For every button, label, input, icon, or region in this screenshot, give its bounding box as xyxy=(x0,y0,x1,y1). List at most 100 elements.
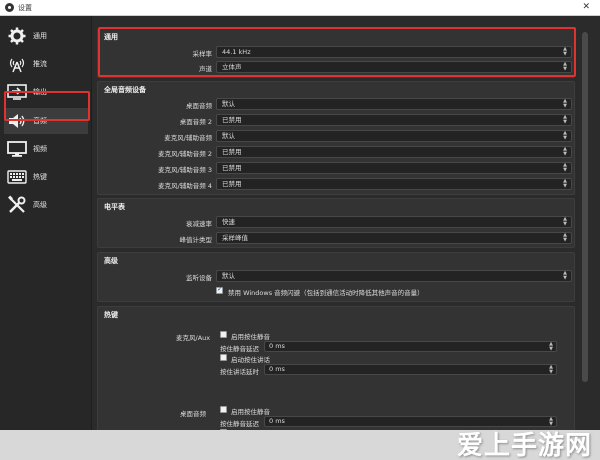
sidebar-item-general[interactable]: 通用 xyxy=(4,23,88,49)
close-button[interactable]: ✕ xyxy=(582,2,590,12)
field-label: 监听设备 xyxy=(186,274,212,282)
group-title: 高级 xyxy=(104,257,118,265)
sidebar-item-label: 高级 xyxy=(33,201,47,209)
monitor-row: 监听设备 默认 ▲ ▼ xyxy=(98,270,576,283)
group-title: 通用 xyxy=(104,33,118,41)
desktop-push-to-mute-checkbox[interactable] xyxy=(220,406,227,413)
select-value: 已禁用 xyxy=(222,180,242,188)
field-label: 声道 xyxy=(199,65,212,73)
device-row: 麦克风/辅助音频 2 已禁用 ▲ ▼ xyxy=(98,146,576,159)
select-value: 立体声 xyxy=(222,63,242,71)
mic-ptt-delay-input[interactable]: 0 ms ▲ ▼ xyxy=(264,364,557,375)
checkbox-label: 禁用 Windows 音频闪避（包括到通信活动时降低其他声音的音量） xyxy=(228,289,424,297)
device-row: 麦克风/辅助音频 默认 ▲ ▼ xyxy=(98,130,576,143)
output-icon xyxy=(6,82,28,102)
decay-rate-select[interactable]: 快速 ▲ ▼ xyxy=(216,216,572,228)
channels-select[interactable]: 立体声 ▲ ▼ xyxy=(216,61,572,73)
field-label: 按住讲话延时 xyxy=(220,368,259,376)
field-label: 采样率 xyxy=(192,50,213,58)
sidebar-item-label: 视频 xyxy=(33,145,47,153)
settings-sidebar: 通用 推流 输出 音频 视频 热键 高级 xyxy=(0,16,92,430)
select-value: 已禁用 xyxy=(222,164,242,172)
scrollbar-thumb[interactable] xyxy=(582,32,588,382)
group-title: 电平表 xyxy=(104,203,125,211)
hotkey-source-label: 麦克风/Aux xyxy=(176,334,211,342)
general-group: 通用 采样率 44.1 kHz ▲ ▼ 声道 立体声 ▲ ▼ xyxy=(97,28,575,78)
watermark-text: 爱上手游网 xyxy=(456,431,592,460)
device-row: 桌面音频 2 已禁用 ▲ ▼ xyxy=(98,114,576,127)
obs-logo-icon xyxy=(5,3,14,12)
monitor-icon xyxy=(6,139,28,159)
sample-rate-row: 采样率 44.1 kHz ▲ ▼ xyxy=(98,46,576,59)
updown-arrow-icon: ▲ ▼ xyxy=(563,232,567,243)
updown-arrow-icon: ▲ ▼ xyxy=(563,98,567,109)
sidebar-item-label: 通用 xyxy=(33,32,47,40)
field-label: 按住静音延迟 xyxy=(220,420,259,428)
gear-icon xyxy=(6,26,28,46)
disable-ducking-checkbox[interactable] xyxy=(216,285,223,294)
field-label: 峰值计类型 xyxy=(179,236,213,244)
mic-aux-select[interactable]: 默认 ▲ ▼ xyxy=(216,130,572,142)
mic-ptm-delay-input[interactable]: 0 ms ▲ ▼ xyxy=(264,341,557,352)
sidebar-item-hotkeys[interactable]: 热键 xyxy=(4,164,88,190)
mic-push-to-talk-checkbox[interactable] xyxy=(220,354,227,361)
sample-rate-select[interactable]: 44.1 kHz ▲ ▼ xyxy=(216,46,572,58)
mic-push-to-mute-checkbox[interactable] xyxy=(220,331,227,338)
select-value: 默认 xyxy=(222,132,235,140)
updown-arrow-icon: ▲ ▼ xyxy=(563,146,567,157)
select-value: 已禁用 xyxy=(222,148,242,156)
field-label: 衰减速率 xyxy=(186,220,212,228)
field-label: 按住静音延迟 xyxy=(220,345,259,353)
spin-value: 0 ms xyxy=(269,417,285,425)
peak-meter-select[interactable]: 采样峰值 ▲ ▼ xyxy=(216,232,572,244)
sidebar-item-video[interactable]: 视频 xyxy=(4,136,88,162)
mic-aux-3-select[interactable]: 已禁用 ▲ ▼ xyxy=(216,162,572,174)
spin-value: 0 ms xyxy=(269,365,285,373)
sidebar-item-advanced[interactable]: 高级 xyxy=(4,192,88,218)
tools-icon xyxy=(6,195,28,215)
hotkey-source-label: 桌面音频 xyxy=(180,410,206,418)
antenna-icon xyxy=(6,54,28,74)
monitoring-device-select[interactable]: 默认 ▲ ▼ xyxy=(216,270,572,282)
mic-aux-2-select[interactable]: 已禁用 ▲ ▼ xyxy=(216,146,572,158)
sidebar-item-audio[interactable]: 音频 xyxy=(4,108,88,134)
checkbox-label: 启动按住讲话 xyxy=(231,356,270,364)
decay-row: 衰减速率 快速 ▲ ▼ xyxy=(98,216,576,229)
sidebar-item-label: 热键 xyxy=(33,173,47,181)
field-label: 麦克风/辅助音频 3 xyxy=(158,166,212,174)
device-row: 麦克风/辅助音频 3 已禁用 ▲ ▼ xyxy=(98,162,576,175)
device-row: 桌面音频 默认 ▲ ▼ xyxy=(98,98,576,111)
sidebar-item-output[interactable]: 输出 xyxy=(4,79,88,105)
desktop-push-to-talk-checkbox[interactable] xyxy=(220,429,227,430)
global-audio-devices-group: 全局音频设备 桌面音频 默认 ▲ ▼ 桌面音频 2 已禁用 ▲ ▼ 麦克风/辅助音频 默… xyxy=(97,81,575,195)
updown-arrow-icon: ▲ ▼ xyxy=(563,216,567,227)
settings-scrollbar[interactable] xyxy=(581,22,589,417)
settings-window: 设置 ✕ 通用 推流 输出 音频 视频 热键 高级 通用 采样率 44.1 kH… xyxy=(0,0,600,430)
window-title: 设置 xyxy=(18,3,32,12)
spin-value: 0 ms xyxy=(269,342,285,350)
speaker-icon xyxy=(6,111,28,131)
field-label: 麦克风/辅助音频 xyxy=(164,134,212,142)
updown-arrow-icon: ▲ ▼ xyxy=(563,270,567,281)
select-value: 采样峰值 xyxy=(222,234,248,242)
sidebar-item-stream[interactable]: 推流 xyxy=(4,51,88,77)
title-bar: 设置 ✕ xyxy=(0,0,600,16)
select-value: 默认 xyxy=(222,272,235,280)
desktop-audio-2-select[interactable]: 已禁用 ▲ ▼ xyxy=(216,114,572,126)
select-value: 默认 xyxy=(222,100,235,108)
hotkeys-group: 热键 麦克风/Aux 启用按住静音 按住静音延迟 0 ms ▲ ▼ 启动按住讲话 按… xyxy=(97,306,575,430)
audio-settings-panel: 通用 采样率 44.1 kHz ▲ ▼ 声道 立体声 ▲ ▼ 全局音频设备 桌面音频 默… xyxy=(94,20,580,430)
updown-arrow-icon: ▲ ▼ xyxy=(563,114,567,125)
updown-arrow-icon: ▲ ▼ xyxy=(563,46,567,57)
desktop-audio-select[interactable]: 默认 ▲ ▼ xyxy=(216,98,572,110)
field-label: 麦克风/辅助音频 2 xyxy=(158,150,212,158)
channels-row: 声道 立体声 ▲ ▼ xyxy=(98,61,576,74)
updown-arrow-icon: ▲ ▼ xyxy=(549,364,553,375)
checkbox-label: 启用按住静音 xyxy=(231,333,270,341)
field-label: 桌面音频 xyxy=(186,102,212,110)
sidebar-item-label: 音频 xyxy=(33,117,47,125)
updown-arrow-icon: ▲ ▼ xyxy=(563,130,567,141)
mic-aux-4-select[interactable]: 已禁用 ▲ ▼ xyxy=(216,178,572,190)
select-value: 已禁用 xyxy=(222,116,242,124)
peak-row: 峰值计类型 采样峰值 ▲ ▼ xyxy=(98,232,576,245)
